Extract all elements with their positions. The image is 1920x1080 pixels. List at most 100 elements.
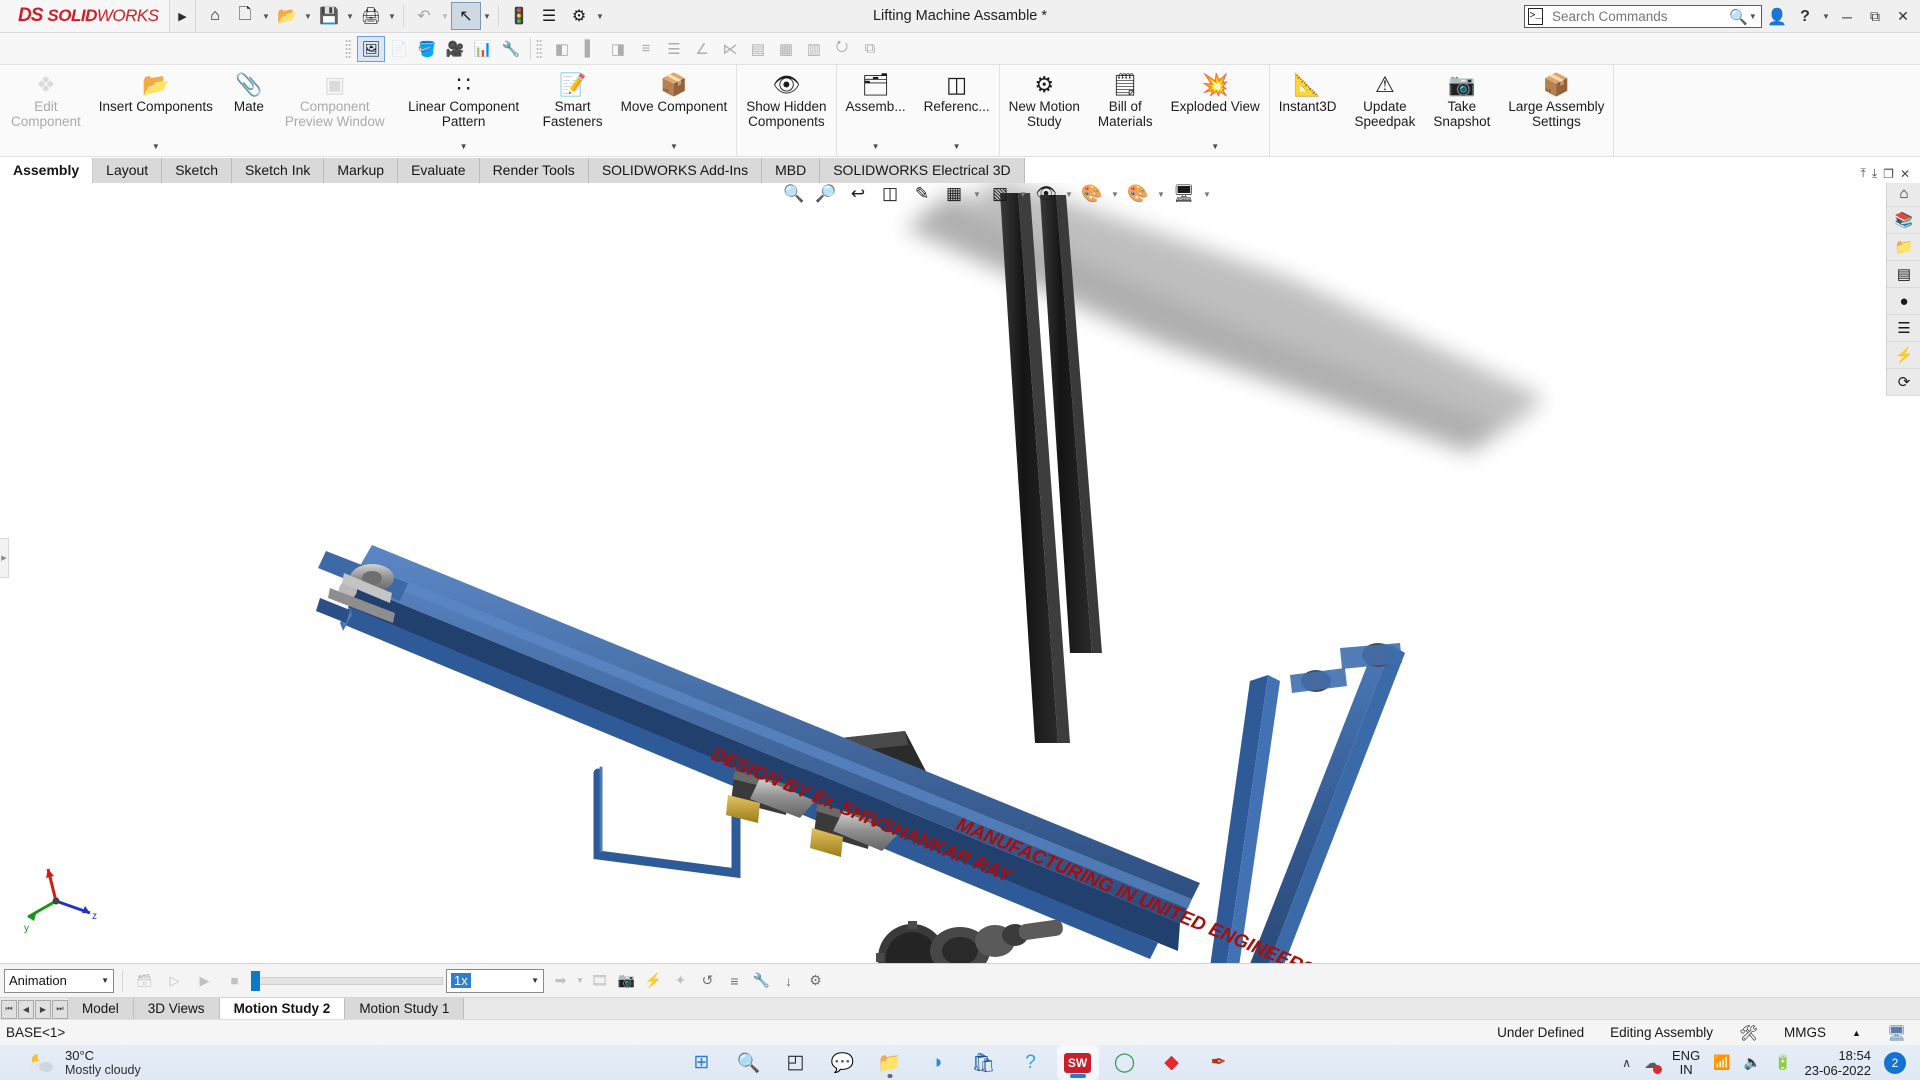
view-orientation-cube-icon[interactable]: ▦ xyxy=(940,183,968,207)
playback-mode-button-caret-icon[interactable]: ▼ xyxy=(574,967,586,995)
insert-components-button[interactable]: 📂 Insert Components ▼ xyxy=(90,65,222,156)
zoom-to-fit-icon[interactable]: 🔍 xyxy=(780,183,808,207)
apply-scene-caret-icon[interactable]: ▼ xyxy=(1110,190,1120,199)
open-folder-icon[interactable]: 📂 xyxy=(272,2,302,30)
tab-3d-views[interactable]: 3D Views xyxy=(133,998,220,1019)
custom-properties-tab-icon[interactable]: ☰ xyxy=(1887,315,1920,342)
align-parallel-icon[interactable]: ☰ xyxy=(660,36,688,62)
minimize-button[interactable]: ─ xyxy=(1834,2,1860,32)
tab-solidworks-electrical-3d[interactable]: SOLIDWORKS Electrical 3D xyxy=(820,158,1025,183)
exploded-view-button[interactable]: 💥 Exploded View ▼ xyxy=(1162,65,1269,156)
move-component-button[interactable]: 📦 Move Component ▼ xyxy=(612,65,737,156)
damper-button[interactable]: 🔧 xyxy=(748,968,775,994)
snapshot-tool-icon[interactable]: ⧉ xyxy=(856,36,884,62)
table-icon[interactable]: ▦ xyxy=(772,36,800,62)
exploded-view-button-dropdown-caret-icon[interactable]: ▼ xyxy=(1211,137,1219,154)
motor-button[interactable]: ↺ xyxy=(694,968,721,994)
assembly-features-button[interactable]: 🗂 Assemb... ▼ xyxy=(837,65,915,156)
zoom-to-area-icon[interactable]: 🔎 xyxy=(812,183,840,207)
display-screen-caret-icon[interactable]: ▼ xyxy=(1202,190,1212,199)
motion-study-properties-button[interactable]: ⚙ xyxy=(802,968,829,994)
display-manager-icon[interactable]: 📊 xyxy=(469,36,497,62)
hide-show-items-icon[interactable]: 👁 xyxy=(1032,183,1060,207)
teams-chat-button[interactable]: 💬 xyxy=(822,1045,864,1080)
animation-wizard-button[interactable]: 📷 xyxy=(613,968,640,994)
playback-speed-select[interactable]: 1x ▼ xyxy=(446,968,544,993)
menu-expand-arrow-icon[interactable]: ▶ xyxy=(170,0,196,32)
pdm-tab-icon[interactable]: ⟳ xyxy=(1887,369,1920,396)
tab-motion-study-1[interactable]: Motion Study 1 xyxy=(345,998,465,1019)
task-view-button[interactable]: ◰ xyxy=(775,1045,817,1080)
reference-geometry-button-dropdown-caret-icon[interactable]: ▼ xyxy=(953,137,961,154)
timeline-track[interactable] xyxy=(251,976,443,985)
get-help-button[interactable]: ? xyxy=(1010,1045,1052,1080)
undo-dropdown-caret-icon[interactable]: ▼ xyxy=(439,2,451,30)
section-view-icon[interactable]: ◧ xyxy=(548,36,576,62)
mate-button[interactable]: 📎 Mate xyxy=(222,65,276,156)
rebuild-required-icon[interactable]: 🛠 xyxy=(1739,1024,1758,1042)
tab-evaluate[interactable]: Evaluate xyxy=(398,158,480,183)
restore-doc-window-icon[interactable]: ❐ xyxy=(1883,167,1894,181)
tab-motion-study-2[interactable]: Motion Study 2 xyxy=(219,998,346,1019)
align-angle-icon[interactable]: ∠ xyxy=(688,36,716,62)
close-doc-window-icon[interactable]: ✕ xyxy=(1900,167,1910,181)
linear-component-pattern-button[interactable]: ∷ Linear Component Pattern ▼ xyxy=(394,65,534,156)
panel-collapse-left-icon[interactable]: ⤒ xyxy=(1861,166,1866,181)
lifting-machine-3d-model[interactable]: DESIGN BY Er. SHIVSHANKAR RAY MANUFACTUR… xyxy=(0,183,1920,963)
display-style-caret-icon[interactable]: ▼ xyxy=(1018,190,1028,199)
tab-sketch-ink[interactable]: Sketch Ink xyxy=(232,158,325,183)
view-settings-icon[interactable]: 🎨 xyxy=(1124,183,1152,207)
file-explorer-button[interactable]: 📁 xyxy=(869,1045,911,1080)
last-tab-button[interactable]: ⏭ xyxy=(52,999,68,1019)
auto-key-button[interactable]: ⚡ xyxy=(640,968,667,994)
new-file-icon[interactable]: 🗋 xyxy=(230,2,260,30)
previous-tab-button[interactable]: ◀ xyxy=(18,999,34,1019)
google-chrome-button[interactable]: ◯ xyxy=(1104,1045,1146,1080)
align-symmetric-icon[interactable]: ⋉ xyxy=(716,36,744,62)
hide-show-items-caret-icon[interactable]: ▼ xyxy=(1064,190,1074,199)
search-taskbar-button[interactable]: 🔍 xyxy=(728,1045,770,1080)
search-icon[interactable]: 🔍 xyxy=(1729,8,1748,26)
user-account-icon[interactable]: 👤 xyxy=(1764,2,1790,32)
align-left-icon[interactable]: ▌ xyxy=(576,36,604,62)
display-style-icon[interactable]: ▧ xyxy=(986,183,1014,207)
file-explorer-tab-icon[interactable]: 📁 xyxy=(1887,234,1920,261)
update-speedpak-button[interactable]: ⚠ Update Speedpak xyxy=(1346,65,1425,156)
align-dim-icon[interactable]: ◨ xyxy=(604,36,632,62)
view-palette-tab-icon[interactable]: ▤ xyxy=(1887,261,1920,288)
render-tools-icon[interactable]: 🔧 xyxy=(497,36,525,62)
view-settings-caret-icon[interactable]: ▼ xyxy=(1156,190,1166,199)
open-folder-dropdown-caret-icon[interactable]: ▼ xyxy=(302,2,314,30)
search-dropdown-caret-icon[interactable]: ▼ xyxy=(1748,3,1758,31)
tab-model[interactable]: Model xyxy=(68,998,134,1019)
large-assembly-settings-button[interactable]: 📦 Large Assembly Settings xyxy=(1499,65,1613,156)
start-button[interactable]: ⊞ xyxy=(681,1045,723,1080)
tab-assembly[interactable]: Assembly xyxy=(0,158,94,183)
graphics-area[interactable]: 🔍 🔎 ↩ ◫ ✎ ▦ ▼ ▧ ▼ 👁 ▼ 🎨 ▼ 🎨 ▼ 🖥 ▼ ▶ DESI… xyxy=(0,183,1920,963)
onedrive-error-icon[interactable]: ☁ xyxy=(1644,1054,1663,1074)
home-icon[interactable]: ⌂ xyxy=(200,2,230,30)
display-overlay-icon[interactable]: 🖥 xyxy=(1887,1024,1906,1042)
stack-dim-icon[interactable]: ▤ xyxy=(744,36,772,62)
timeline-thumb[interactable] xyxy=(251,970,260,991)
apply-scene-icon[interactable]: 🎨 xyxy=(1078,183,1106,207)
print-icon[interactable]: 🖨 xyxy=(356,2,386,30)
help-icon[interactable]: ? xyxy=(1792,2,1818,32)
new-file-dropdown-caret-icon[interactable]: ▼ xyxy=(260,2,272,30)
restore-button[interactable]: ⧉ xyxy=(1862,2,1888,32)
rebuild-icon[interactable]: 🚦 xyxy=(504,2,534,30)
settings-gear-dropdown-caret-icon[interactable]: ▼ xyxy=(594,2,606,30)
toolbar-grip-b[interactable] xyxy=(536,38,543,59)
feature-manager-flyout-handle[interactable]: ▶ xyxy=(0,538,9,578)
new-motion-study-button[interactable]: ⚙ New Motion Study xyxy=(1000,65,1089,156)
camera-view-icon[interactable]: 🎥 xyxy=(441,36,469,62)
view-orientation-icon[interactable]: ✎ xyxy=(908,183,936,207)
grid-icon[interactable]: ▥ xyxy=(800,36,828,62)
help-dropdown-caret-icon[interactable]: ▼ xyxy=(1820,3,1832,31)
settings-gear-icon[interactable]: ⚙ xyxy=(564,2,594,30)
options-list-icon[interactable]: ☰ xyxy=(534,2,564,30)
appearances-icon[interactable]: 🖼 xyxy=(357,35,385,62)
home-tab-icon[interactable]: ⌂ xyxy=(1887,183,1920,207)
search-commands-box[interactable]: >_ 🔍 ▼ xyxy=(1524,5,1762,28)
stop-button[interactable]: ■ xyxy=(221,968,248,994)
